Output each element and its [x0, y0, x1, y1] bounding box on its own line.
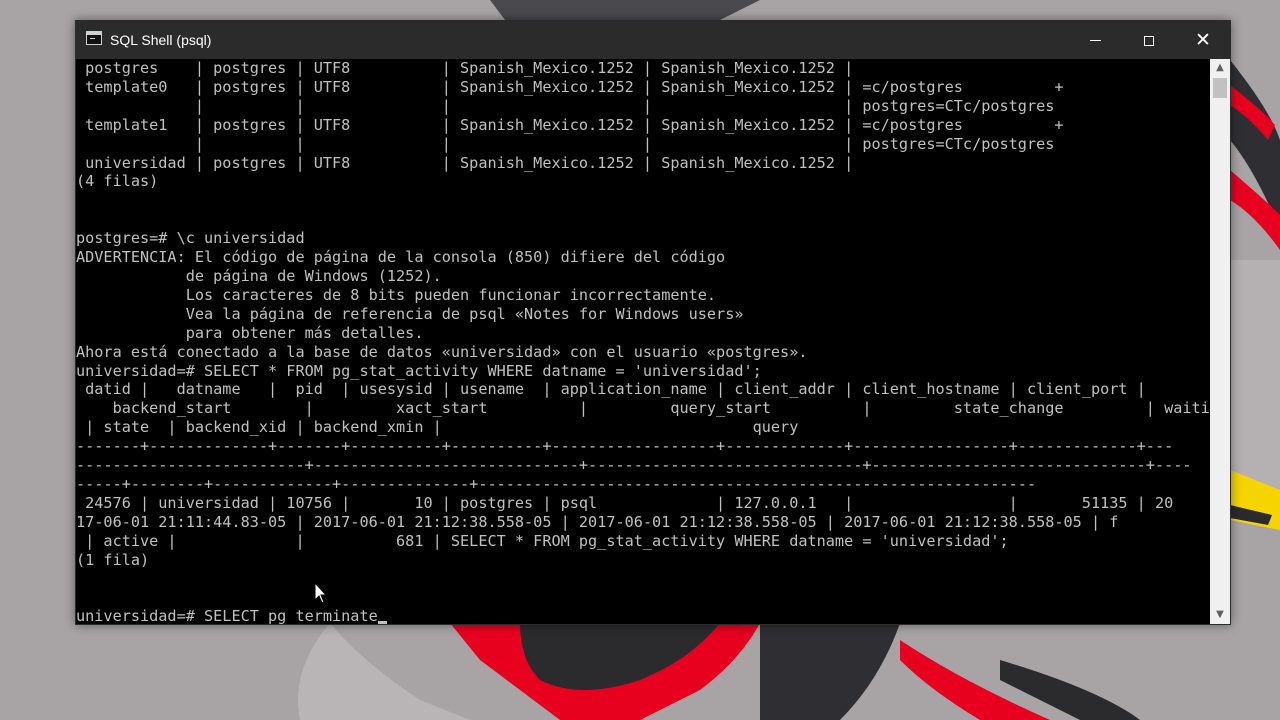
- console-line: -------------------------+--------------…: [76, 456, 1192, 475]
- maximize-icon: [1144, 35, 1154, 46]
- vertical-scrollbar[interactable]: ▲ ▼: [1210, 59, 1230, 624]
- console-line: Vea la página de referencia de psql «Not…: [185, 304, 744, 323]
- console-line: ADVERTENCIA: El código de página de la c…: [76, 248, 726, 267]
- console-line: backend_start | xact_start | query_start…: [112, 399, 1210, 418]
- scroll-down-arrow-icon[interactable]: ▼: [1210, 606, 1230, 624]
- console-line: | | | | | postgres=CTc/postgres: [194, 96, 1055, 115]
- console-output[interactable]: postgres | postgres | UTF8 | Spanish_Mex…: [76, 59, 1210, 624]
- prompt-line[interactable]: universidad=# SELECT pg_terminate: [76, 607, 378, 624]
- console-line: datid | datname | pid | usesysid | usena…: [85, 380, 1146, 399]
- console-line: template0 | postgres | UTF8 | Spanish_Me…: [85, 77, 1064, 96]
- console-lines: postgres | postgres | UTF8 | Spanish_Mex…: [76, 59, 1210, 569]
- minimize-button[interactable]: [1068, 21, 1122, 59]
- scroll-thumb[interactable]: [1213, 78, 1227, 98]
- mouse-pointer-icon: [314, 582, 328, 604]
- close-button[interactable]: ✕: [1176, 21, 1230, 59]
- console-line: | state | backend_xid | backend_xmin | q…: [85, 418, 799, 437]
- console-line: 24576 | universidad | 10756 | 10 | postg…: [85, 493, 1174, 512]
- console-line: postgres=# \c universidad: [76, 229, 305, 248]
- minimize-icon: [1089, 40, 1101, 41]
- window-title: SQL Shell (psql): [110, 32, 212, 48]
- text-cursor: [377, 621, 387, 624]
- console-line: postgres | postgres | UTF8 | Spanish_Mex…: [85, 59, 854, 77]
- console-line: Ahora está conectado a la base de datos …: [76, 342, 808, 361]
- console-text: postgres | postgres | UTF8 | Spanish_Mex…: [76, 59, 1210, 624]
- console-line: (4 filas): [76, 172, 159, 191]
- console-line: (1 fila): [76, 550, 150, 569]
- console-icon[interactable]: [86, 31, 102, 45]
- title-bar[interactable]: SQL Shell (psql) ✕: [76, 21, 1230, 59]
- console-line: | active | | 681 | SELECT * FROM pg_stat…: [85, 531, 1009, 550]
- console-line: universidad | postgres | UTF8 | Spanish_…: [85, 153, 854, 172]
- maximize-button[interactable]: [1122, 21, 1176, 59]
- console-line: -----+--------+-------------+-----------…: [76, 474, 1037, 493]
- console-line: -------+-------------+-------+----------…: [76, 437, 1174, 456]
- console-line: universidad=# SELECT * FROM pg_stat_acti…: [76, 361, 762, 380]
- console-line: | | | | | postgres=CTc/postgres: [194, 134, 1055, 153]
- console-line: para obtener más detalles.: [185, 323, 424, 342]
- close-icon: ✕: [1195, 29, 1211, 51]
- console-line: template1 | postgres | UTF8 | Spanish_Me…: [85, 115, 1064, 134]
- console-line: de página de Windows (1252).: [185, 266, 442, 285]
- console-line: 17-06-01 21:11:44.83-05 | 2017-06-01 21:…: [76, 512, 1119, 531]
- console-line: Los caracteres de 8 bits pueden funciona…: [185, 285, 717, 304]
- psql-window[interactable]: SQL Shell (psql) ✕ postgres | postgres |…: [75, 20, 1231, 625]
- scroll-up-arrow-icon[interactable]: ▲: [1210, 59, 1230, 77]
